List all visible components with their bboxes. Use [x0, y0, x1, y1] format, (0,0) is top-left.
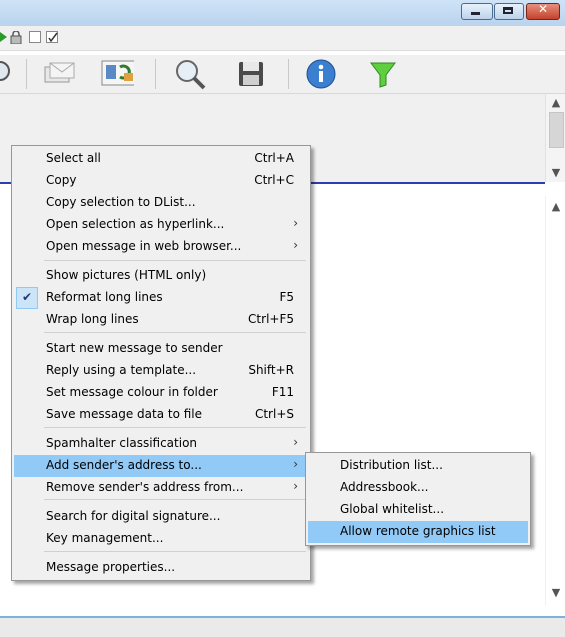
submenu-item[interactable]: Allow remote graphics list — [308, 521, 528, 543]
menu-item[interactable]: Select all Ctrl+A — [14, 148, 308, 170]
minimize-button[interactable] — [461, 3, 493, 20]
info-icon[interactable] — [304, 57, 338, 91]
menu-separator — [44, 332, 306, 333]
menu-item-label: Open message in web browser... — [46, 239, 242, 253]
menu-item-label: Reformat long lines — [46, 290, 163, 304]
menu-separator — [44, 260, 306, 261]
submenu-arrow-icon: › — [293, 238, 298, 252]
menu-item-label: Select all — [46, 151, 101, 165]
scroll-down-arrow-icon[interactable]: ▼ — [550, 586, 562, 599]
menu-item-label: Message properties... — [46, 560, 176, 574]
menu-item[interactable]: Wrap long lines Ctrl+F5 — [14, 309, 308, 331]
menu-item-shortcut: Shift+R — [248, 363, 294, 377]
find-icon[interactable] — [172, 57, 206, 91]
menu-item[interactable]: Reply using a template... Shift+R — [14, 360, 308, 382]
menu-item[interactable]: Copy Ctrl+C — [14, 170, 308, 192]
menu-item[interactable]: Add sender's address to... › — [14, 455, 308, 477]
menu-item[interactable]: Remove sender's address from... › — [14, 477, 308, 499]
minimize-icon — [471, 12, 480, 15]
menu-separator — [44, 551, 306, 552]
add-sender-submenu: Distribution list... Addressbook... Global… — [305, 452, 531, 546]
menu-item-label: Copy — [46, 173, 77, 187]
status-bar — [0, 616, 565, 637]
scroll-up-arrow-icon[interactable]: ▲ — [550, 200, 562, 213]
menu-item-label: Key management... — [46, 531, 164, 545]
menu-item[interactable]: Start new message to sender — [14, 338, 308, 360]
menu-item[interactable]: Copy selection to DList... — [14, 192, 308, 214]
submenu-item-label: Global whitelist... — [340, 502, 445, 516]
submenu-item[interactable]: Addressbook... — [308, 477, 528, 499]
submenu-item-label: Addressbook... — [340, 480, 429, 494]
submenu-item-label: Allow remote graphics list — [340, 524, 496, 538]
menu-item-shortcut: F5 — [279, 290, 294, 304]
menu-item[interactable]: Show pictures (HTML only) — [14, 265, 308, 287]
maximize-icon — [503, 7, 513, 14]
menu-item[interactable]: Spamhalter classification › — [14, 433, 308, 455]
submenu-item-label: Distribution list... — [340, 458, 443, 472]
menu-item[interactable]: Set message colour in folder F11 — [14, 382, 308, 404]
menu-item[interactable]: Save message data to file Ctrl+S — [14, 404, 308, 426]
verify-icon[interactable] — [46, 31, 60, 45]
menu-item-shortcut: Ctrl+C — [254, 173, 294, 187]
toolbar-separator — [155, 59, 156, 89]
menu-item-label: Set message colour in folder — [46, 385, 218, 399]
search-icon[interactable] — [0, 57, 20, 91]
context-menu: Select all Ctrl+A Copy Ctrl+C Copy selection… — [11, 145, 311, 581]
menu-item-label: Add sender's address to... — [46, 458, 202, 472]
submenu-item[interactable]: Global whitelist... — [308, 499, 528, 521]
menu-separator — [44, 427, 306, 428]
lock-icon[interactable] — [10, 31, 22, 44]
maximize-button[interactable] — [494, 3, 524, 20]
menu-item-label: Search for digital signature... — [46, 509, 221, 523]
toolbar-separator — [26, 59, 27, 89]
message-view-scrollbar[interactable]: ▲ ▼ — [545, 196, 565, 606]
filter-icon[interactable] — [366, 57, 400, 91]
toolbar-separator — [288, 59, 289, 89]
menu-item[interactable]: Open selection as hyperlink... › — [14, 214, 308, 236]
scroll-thumb[interactable] — [549, 112, 564, 148]
close-button[interactable]: ✕ — [526, 2, 560, 20]
close-icon: ✕ — [537, 2, 549, 16]
menu-item[interactable]: Open message in web browser... › — [14, 236, 308, 258]
menu-item-label: Reply using a template... — [46, 363, 197, 377]
menu-item-shortcut: F11 — [271, 385, 294, 399]
submenu-arrow-icon: › — [293, 479, 298, 493]
submenu-arrow-icon: › — [293, 457, 298, 471]
menu-item-shortcut: Ctrl+S — [254, 407, 294, 421]
menu-item-label: Open selection as hyperlink... — [46, 217, 225, 231]
menu-item[interactable]: Key management... — [14, 528, 308, 550]
checkbox-icon[interactable] — [29, 31, 41, 43]
submenu-item[interactable]: Distribution list... — [308, 455, 528, 477]
menu-item-shortcut: Ctrl+A — [254, 151, 294, 165]
submenu-arrow-icon: › — [293, 435, 298, 449]
menu-item[interactable]: Message properties... — [14, 557, 308, 579]
main-toolbar — [0, 55, 565, 94]
menu-item-label: Wrap long lines — [46, 312, 139, 326]
menu-item[interactable]: ✔ Reformat long lines F5 — [14, 287, 308, 309]
menu-item-label: Remove sender's address from... — [46, 480, 244, 494]
message-list-scrollbar[interactable]: ▲ ▼ — [545, 94, 565, 182]
menu-item[interactable]: Search for digital signature... — [14, 506, 308, 528]
menu-item-label: Save message data to file — [46, 407, 202, 421]
addressbook-icon[interactable] — [100, 57, 134, 91]
menu-item-label: Spamhalter classification — [46, 436, 198, 450]
title-bar: ✕ — [0, 0, 565, 26]
submenu-arrow-icon: › — [293, 216, 298, 230]
menu-item-shortcut: Ctrl+F5 — [248, 312, 294, 326]
scroll-down-arrow-icon[interactable]: ▼ — [550, 166, 562, 179]
menu-item-label: Copy selection to DList... — [46, 195, 196, 209]
checkmark-icon: ✔ — [16, 287, 38, 309]
message-info-bar — [0, 26, 565, 51]
menu-separator — [44, 499, 306, 500]
play-icon[interactable] — [0, 31, 8, 43]
menu-item-label: Start new message to sender — [46, 341, 223, 355]
scroll-up-arrow-icon[interactable]: ▲ — [550, 96, 562, 109]
checkmark-glyph: ✔ — [21, 290, 33, 304]
save-icon[interactable] — [235, 57, 269, 91]
envelopes-icon[interactable] — [42, 57, 76, 91]
menu-item-label: Show pictures (HTML only) — [46, 268, 207, 282]
